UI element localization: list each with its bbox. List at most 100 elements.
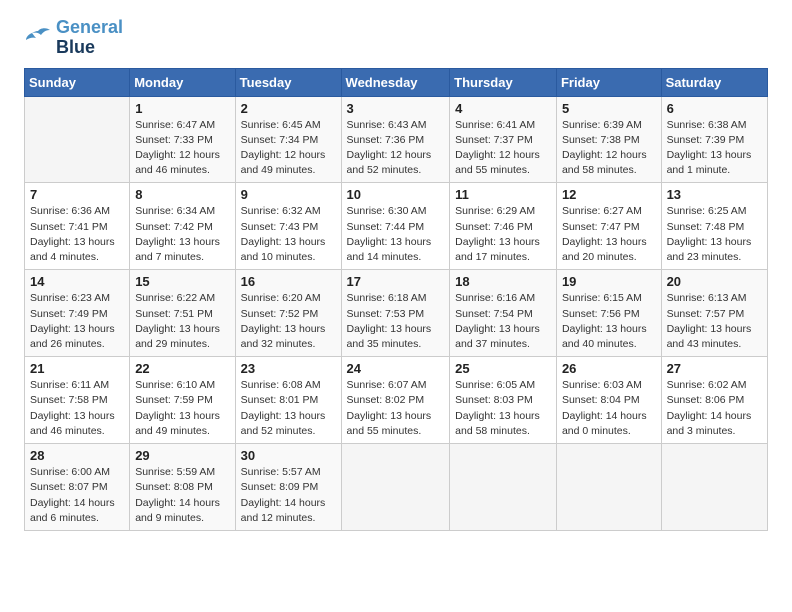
day-number: 22 [135, 361, 229, 376]
calendar-header-monday: Monday [130, 68, 235, 96]
calendar-cell: 7 Sunrise: 6:36 AM Sunset: 7:41 PM Daylig… [25, 183, 130, 270]
day-info: Sunrise: 6:13 AM Sunset: 7:57 PM Dayligh… [667, 291, 762, 352]
calendar-cell: 6Sunrise: 6:38 AM Sunset: 7:39 PM Daylig… [661, 96, 767, 183]
day-info: Sunrise: 6:08 AM Sunset: 8:01 PM Dayligh… [241, 378, 336, 439]
calendar-cell: 18 Sunrise: 6:16 AM Sunset: 7:54 PM Dayli… [450, 270, 557, 357]
day-number: 23 [241, 361, 336, 376]
day-info: Sunrise: 6:11 AM Sunset: 7:58 PM Dayligh… [30, 378, 124, 439]
day-number: 1 [135, 101, 229, 116]
logo: GeneralBlue [24, 18, 123, 58]
calendar-week-row: 21 Sunrise: 6:11 AM Sunset: 7:58 PM Dayli… [25, 357, 768, 444]
day-number: 2 [241, 101, 336, 116]
calendar-cell [341, 444, 450, 531]
day-number: 13 [667, 187, 762, 202]
day-number: 9 [241, 187, 336, 202]
day-info: Sunrise: 6:22 AM Sunset: 7:51 PM Dayligh… [135, 291, 229, 352]
calendar-cell [450, 444, 557, 531]
day-number: 20 [667, 274, 762, 289]
calendar-header-wednesday: Wednesday [341, 68, 450, 96]
calendar-cell: 3 Sunrise: 6:43 AM Sunset: 7:36 PM Daylig… [341, 96, 450, 183]
day-info: Sunrise: 6:32 AM Sunset: 7:43 PM Dayligh… [241, 204, 336, 265]
calendar-cell: 22 Sunrise: 6:10 AM Sunset: 7:59 PM Dayli… [130, 357, 235, 444]
calendar-cell: 21 Sunrise: 6:11 AM Sunset: 7:58 PM Dayli… [25, 357, 130, 444]
calendar-week-row: 14 Sunrise: 6:23 AM Sunset: 7:49 PM Dayli… [25, 270, 768, 357]
calendar-cell: 25Sunrise: 6:05 AM Sunset: 8:03 PM Dayli… [450, 357, 557, 444]
day-info: Sunrise: 6:20 AM Sunset: 7:52 PM Dayligh… [241, 291, 336, 352]
calendar: SundayMondayTuesdayWednesdayThursdayFrid… [24, 68, 768, 531]
day-number: 3 [347, 101, 445, 116]
logo-icon [24, 27, 52, 49]
day-number: 7 [30, 187, 124, 202]
calendar-cell: 10 Sunrise: 6:30 AM Sunset: 7:44 PM Dayli… [341, 183, 450, 270]
day-number: 17 [347, 274, 445, 289]
day-number: 11 [455, 187, 551, 202]
day-number: 25 [455, 361, 551, 376]
day-info: Sunrise: 6:45 AM Sunset: 7:34 PM Dayligh… [241, 118, 336, 179]
day-number: 29 [135, 448, 229, 463]
calendar-cell: 24 Sunrise: 6:07 AM Sunset: 8:02 PM Dayli… [341, 357, 450, 444]
day-number: 18 [455, 274, 551, 289]
calendar-cell: 28 Sunrise: 6:00 AM Sunset: 8:07 PM Dayli… [25, 444, 130, 531]
day-number: 26 [562, 361, 656, 376]
calendar-cell [25, 96, 130, 183]
day-info: Sunrise: 6:47 AM Sunset: 7:33 PM Dayligh… [135, 118, 229, 179]
day-number: 8 [135, 187, 229, 202]
day-info: Sunrise: 6:38 AM Sunset: 7:39 PM Dayligh… [667, 118, 762, 179]
calendar-cell: 15 Sunrise: 6:22 AM Sunset: 7:51 PM Dayli… [130, 270, 235, 357]
day-info: Sunrise: 6:16 AM Sunset: 7:54 PM Dayligh… [455, 291, 551, 352]
day-number: 5 [562, 101, 656, 116]
calendar-cell: 11 Sunrise: 6:29 AM Sunset: 7:46 PM Dayli… [450, 183, 557, 270]
calendar-cell: 30Sunrise: 5:57 AM Sunset: 8:09 PM Dayli… [235, 444, 341, 531]
day-info: Sunrise: 6:25 AM Sunset: 7:48 PM Dayligh… [667, 204, 762, 265]
day-info: Sunrise: 6:36 AM Sunset: 7:41 PM Dayligh… [30, 204, 124, 265]
day-info: Sunrise: 6:23 AM Sunset: 7:49 PM Dayligh… [30, 291, 124, 352]
day-info: Sunrise: 6:10 AM Sunset: 7:59 PM Dayligh… [135, 378, 229, 439]
calendar-cell: 19Sunrise: 6:15 AM Sunset: 7:56 PM Dayli… [556, 270, 661, 357]
calendar-header-row: SundayMondayTuesdayWednesdayThursdayFrid… [25, 68, 768, 96]
calendar-header-sunday: Sunday [25, 68, 130, 96]
day-info: Sunrise: 6:07 AM Sunset: 8:02 PM Dayligh… [347, 378, 445, 439]
day-number: 21 [30, 361, 124, 376]
day-number: 14 [30, 274, 124, 289]
calendar-cell: 9 Sunrise: 6:32 AM Sunset: 7:43 PM Daylig… [235, 183, 341, 270]
calendar-cell: 14 Sunrise: 6:23 AM Sunset: 7:49 PM Dayli… [25, 270, 130, 357]
calendar-cell [661, 444, 767, 531]
calendar-cell: 12Sunrise: 6:27 AM Sunset: 7:47 PM Dayli… [556, 183, 661, 270]
day-info: Sunrise: 6:27 AM Sunset: 7:47 PM Dayligh… [562, 204, 656, 265]
day-info: Sunrise: 5:57 AM Sunset: 8:09 PM Dayligh… [241, 465, 336, 526]
day-number: 16 [241, 274, 336, 289]
day-number: 27 [667, 361, 762, 376]
calendar-week-row: 28 Sunrise: 6:00 AM Sunset: 8:07 PM Dayli… [25, 444, 768, 531]
day-number: 28 [30, 448, 124, 463]
day-info: Sunrise: 6:34 AM Sunset: 7:42 PM Dayligh… [135, 204, 229, 265]
day-info: Sunrise: 6:29 AM Sunset: 7:46 PM Dayligh… [455, 204, 551, 265]
day-number: 15 [135, 274, 229, 289]
calendar-cell [556, 444, 661, 531]
calendar-cell: 17Sunrise: 6:18 AM Sunset: 7:53 PM Dayli… [341, 270, 450, 357]
calendar-week-row: 7 Sunrise: 6:36 AM Sunset: 7:41 PM Daylig… [25, 183, 768, 270]
day-info: Sunrise: 6:43 AM Sunset: 7:36 PM Dayligh… [347, 118, 445, 179]
page: GeneralBlue SundayMondayTuesdayWednesday… [0, 0, 792, 543]
day-info: Sunrise: 6:30 AM Sunset: 7:44 PM Dayligh… [347, 204, 445, 265]
calendar-header-saturday: Saturday [661, 68, 767, 96]
calendar-cell: 4Sunrise: 6:41 AM Sunset: 7:37 PM Daylig… [450, 96, 557, 183]
day-number: 10 [347, 187, 445, 202]
day-info: Sunrise: 6:03 AM Sunset: 8:04 PM Dayligh… [562, 378, 656, 439]
header: GeneralBlue [24, 18, 768, 58]
day-info: Sunrise: 6:00 AM Sunset: 8:07 PM Dayligh… [30, 465, 124, 526]
day-info: Sunrise: 6:39 AM Sunset: 7:38 PM Dayligh… [562, 118, 656, 179]
day-number: 24 [347, 361, 445, 376]
calendar-cell: 29 Sunrise: 5:59 AM Sunset: 8:08 PM Dayli… [130, 444, 235, 531]
calendar-header-thursday: Thursday [450, 68, 557, 96]
calendar-header-friday: Friday [556, 68, 661, 96]
calendar-cell: 2 Sunrise: 6:45 AM Sunset: 7:34 PM Daylig… [235, 96, 341, 183]
day-info: Sunrise: 6:02 AM Sunset: 8:06 PM Dayligh… [667, 378, 762, 439]
day-info: Sunrise: 6:15 AM Sunset: 7:56 PM Dayligh… [562, 291, 656, 352]
logo-text: GeneralBlue [56, 18, 123, 58]
calendar-cell: 16 Sunrise: 6:20 AM Sunset: 7:52 PM Dayli… [235, 270, 341, 357]
calendar-cell: 23 Sunrise: 6:08 AM Sunset: 8:01 PM Dayli… [235, 357, 341, 444]
calendar-header-tuesday: Tuesday [235, 68, 341, 96]
day-info: Sunrise: 5:59 AM Sunset: 8:08 PM Dayligh… [135, 465, 229, 526]
calendar-cell: 26 Sunrise: 6:03 AM Sunset: 8:04 PM Dayli… [556, 357, 661, 444]
calendar-week-row: 1 Sunrise: 6:47 AM Sunset: 7:33 PM Daylig… [25, 96, 768, 183]
